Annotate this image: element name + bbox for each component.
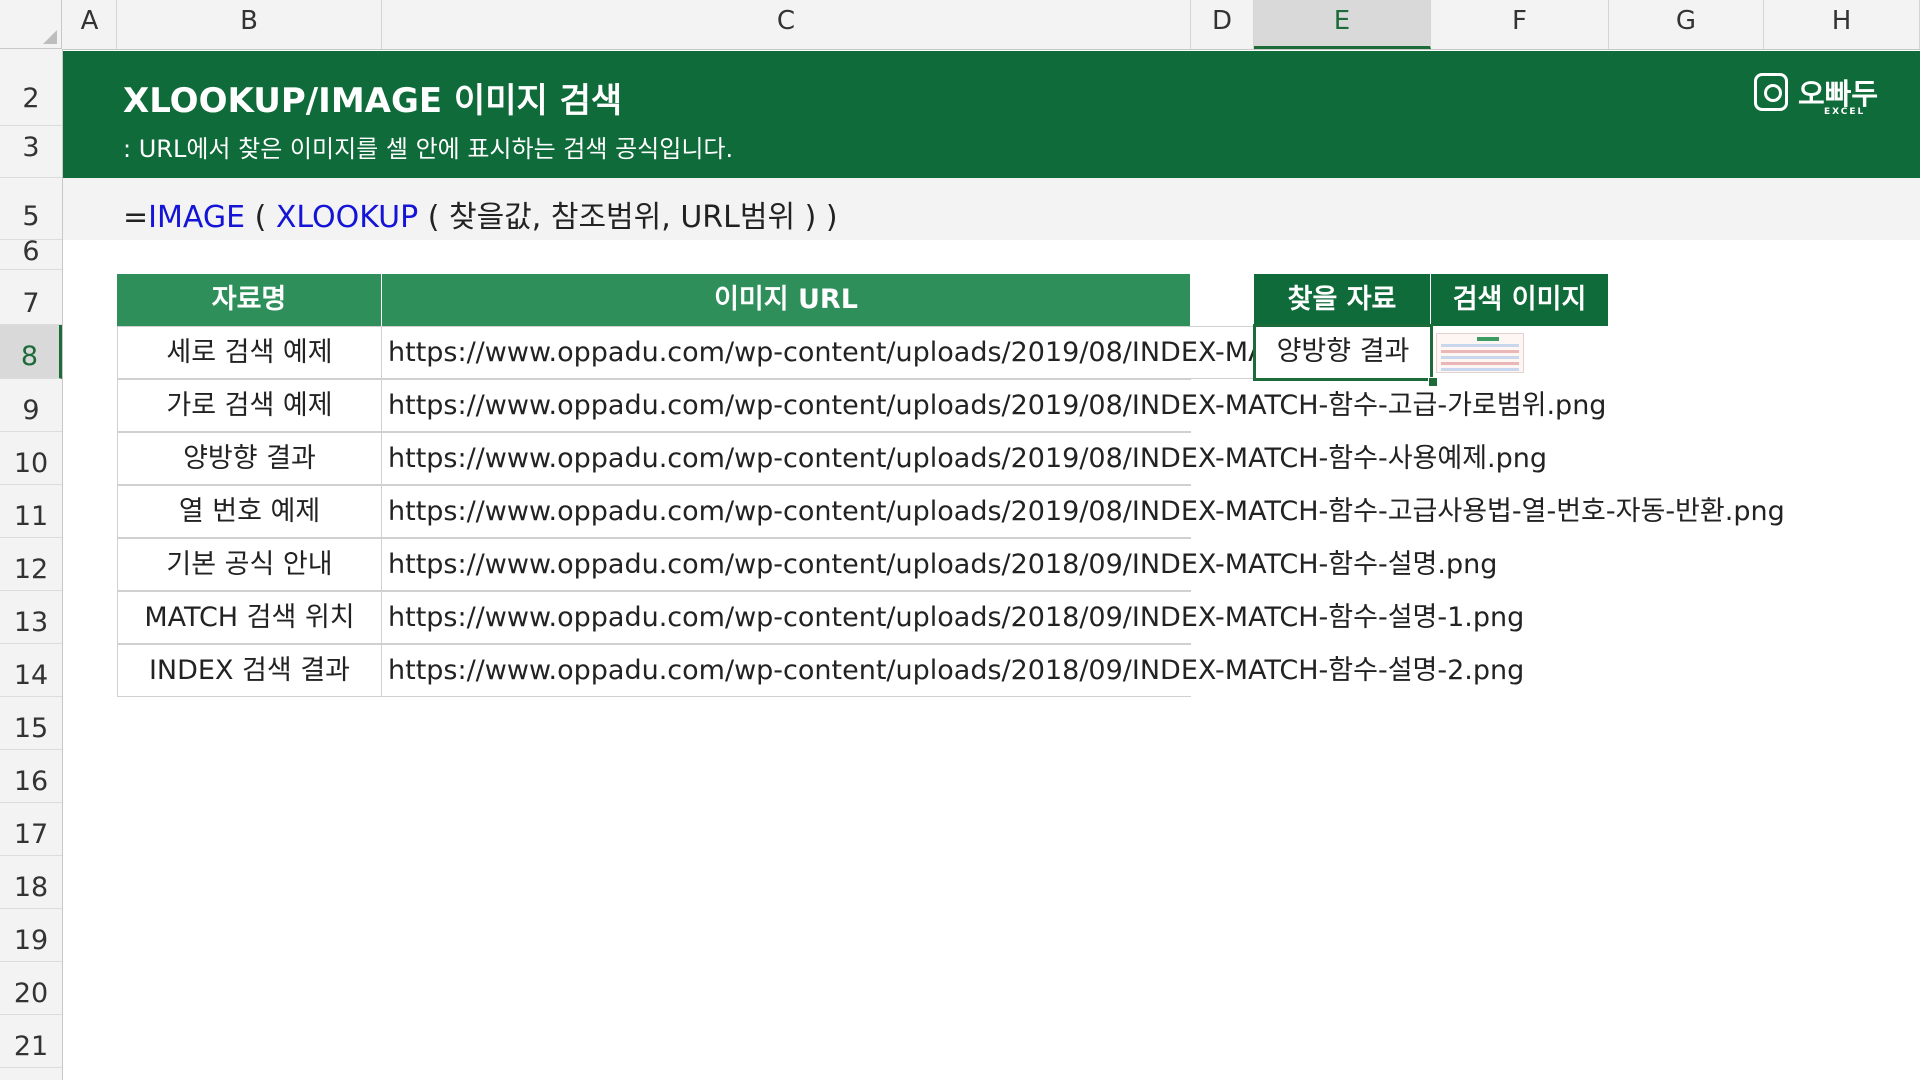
table-row-url-6[interactable]: https://www.oppadu.com/wp-content/upload… [382,591,1524,644]
row-header-14[interactable]: 14 [0,644,62,697]
row-header-13[interactable]: 13 [0,591,62,644]
row-header-3[interactable]: 3 [0,126,62,178]
column-header-f[interactable]: F [1431,0,1609,49]
row-header-11[interactable]: 11 [0,485,62,538]
banner-subtitle: : URL에서 찾은 이미지를 셀 안에 표시하는 검색 공식입니다. [123,135,734,163]
row-header-9[interactable]: 9 [0,379,62,432]
column-header-e[interactable]: E [1254,0,1431,49]
table-row-name-2[interactable]: 가로 검색 예제 [117,379,382,432]
column-header-g[interactable]: G [1609,0,1764,49]
row-header-21[interactable]: 21 [0,1015,62,1068]
column-header-c[interactable]: C [382,0,1191,49]
row-header-5[interactable]: 5 [0,190,62,240]
select-all-corner[interactable] [0,0,62,49]
search-result-image[interactable] [1436,333,1524,373]
row-header-16[interactable]: 16 [0,750,62,803]
table-row-name-7[interactable]: INDEX 검색 결과 [117,644,382,697]
header-cell-name[interactable]: 자료명 [117,274,382,326]
row-header-6[interactable]: 6 [0,238,62,270]
row-header-7[interactable]: 7 [0,270,62,325]
logo-camera-icon [1754,73,1788,111]
row-header-2[interactable]: 2 [0,72,62,126]
table-row-name-3[interactable]: 양방향 결과 [117,432,382,485]
row-header-19[interactable]: 19 [0,909,62,962]
table-row-url-4[interactable]: https://www.oppadu.com/wp-content/upload… [382,485,1785,538]
row-header-20[interactable]: 20 [0,962,62,1015]
row-header-15[interactable]: 15 [0,697,62,750]
row-header-18[interactable]: 18 [0,856,62,909]
formula-open-paren: ( [245,200,276,235]
table-row-name-6[interactable]: MATCH 검색 위치 [117,591,382,644]
row-header-10[interactable]: 10 [0,432,62,485]
lookup-value-cell[interactable]: 양방향 결과 [1253,324,1433,381]
spreadsheet-grid: A B C D E F G H 2 3 5 6 7 8 9 10 11 12 1… [0,0,1920,1080]
logo-subtext: EXCEL [1824,107,1866,117]
column-header-b[interactable]: B [117,0,382,49]
oppadu-logo: 오빠두 EXCEL [1754,69,1884,129]
column-header-d[interactable]: D [1191,0,1254,49]
title-banner: XLOOKUP/IMAGE 이미지 검색 : URL에서 찾은 이미지를 셀 안… [63,51,1920,178]
table-row-url-2[interactable]: https://www.oppadu.com/wp-content/upload… [382,379,1606,432]
row-header-17[interactable]: 17 [0,803,62,856]
fill-handle[interactable] [1428,377,1438,387]
formula-xlookup-fn: XLOOKUP [275,200,419,235]
header-cell-url[interactable]: 이미지 URL [382,274,1191,326]
formula-args: ( 찾을값, 참조범위, URL범위 ) ) [418,200,838,235]
column-header-a[interactable]: A [63,0,117,49]
formula-text: =IMAGE ( XLOOKUP ( 찾을값, 참조범위, URL범위 ) ) [123,192,838,236]
banner-title: XLOOKUP/IMAGE 이미지 검색 [123,81,623,121]
table-row-url-3[interactable]: https://www.oppadu.com/wp-content/upload… [382,432,1547,485]
table-row-url-7[interactable]: https://www.oppadu.com/wp-content/upload… [382,644,1524,697]
row-header-12[interactable]: 12 [0,538,62,591]
table-row-url-5[interactable]: https://www.oppadu.com/wp-content/upload… [382,538,1497,591]
table-row-name-4[interactable]: 열 번호 예제 [117,485,382,538]
formula-image-fn: IMAGE [148,200,246,235]
row-header-8[interactable]: 8 [0,325,62,379]
table-row-url-1[interactable]: https://www.oppadu.com/wp-content/upload… [382,326,1281,379]
formula-equals: = [123,200,149,235]
table-row-name-1[interactable]: 세로 검색 예제 [117,326,382,379]
lookup-header-image[interactable]: 검색 이미지 [1431,274,1609,326]
column-header-h[interactable]: H [1764,0,1920,49]
lookup-header-key[interactable]: 찾을 자료 [1254,274,1431,326]
formula-row: =IMAGE ( XLOOKUP ( 찾을값, 참조범위, URL범위 ) ) [63,178,1920,240]
table-row-name-5[interactable]: 기본 공식 안내 [117,538,382,591]
